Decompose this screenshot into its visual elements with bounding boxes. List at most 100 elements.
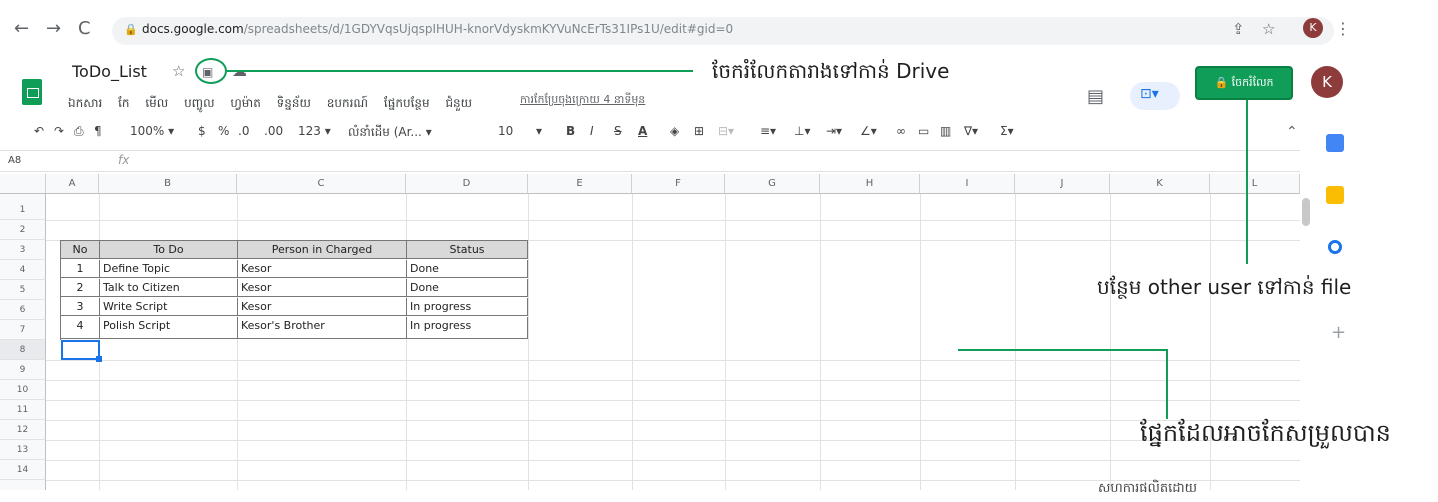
- column-header[interactable]: G: [725, 174, 820, 194]
- row-header[interactable]: 1: [0, 200, 46, 220]
- share-button[interactable]: 🔒 ចែករំលែក: [1195, 66, 1293, 100]
- print-icon[interactable]: ⎙: [74, 124, 84, 139]
- column-header[interactable]: E: [528, 174, 632, 194]
- font-family-select[interactable]: លំនាំដើម (Ar... ▾: [348, 124, 432, 142]
- table-header-cell[interactable]: Person in Charged: [238, 241, 407, 259]
- reload-icon[interactable]: C: [78, 18, 91, 39]
- insert-link-icon[interactable]: ∞: [896, 124, 906, 138]
- forward-arrow-icon[interactable]: →: [46, 18, 61, 39]
- table-cell[interactable]: In progress: [407, 317, 528, 339]
- table-cell[interactable]: 1: [61, 260, 100, 278]
- text-color-button[interactable]: A: [638, 124, 647, 138]
- text-wrap-icon[interactable]: ⇥▾: [826, 124, 842, 138]
- table-cell[interactable]: Done: [407, 279, 528, 297]
- row-header[interactable]: 2: [0, 220, 46, 240]
- address-bar[interactable]: 🔒 docs.google.com/spreadsheets/d/1GDYVqs…: [112, 17, 1334, 45]
- share-page-icon[interactable]: ⇪: [1232, 20, 1245, 38]
- table-cell[interactable]: Kesor: [238, 298, 407, 316]
- column-header[interactable]: C: [237, 174, 406, 194]
- column-header[interactable]: H: [820, 174, 920, 194]
- browser-menu-icon[interactable]: ⋮: [1335, 19, 1351, 38]
- last-edit-link[interactable]: ការកែប្រែចុងក្រោយ 4 នាទីមុន: [520, 93, 645, 109]
- column-header[interactable]: D: [406, 174, 528, 194]
- column-header[interactable]: K: [1110, 174, 1210, 194]
- add-ons-plus-icon[interactable]: +: [1331, 322, 1346, 343]
- increase-decimal-button[interactable]: .00: [264, 124, 283, 138]
- table-header-cell[interactable]: No: [61, 241, 100, 259]
- row-header[interactable]: 11: [0, 400, 46, 420]
- tasks-icon[interactable]: [1328, 240, 1342, 254]
- currency-format-button[interactable]: $: [198, 124, 206, 138]
- table-header-cell[interactable]: To Do: [100, 241, 238, 259]
- horizontal-align-icon[interactable]: ≡▾: [760, 124, 776, 138]
- insert-comment-icon[interactable]: ▭: [918, 124, 929, 138]
- menu-addons[interactable]: ផ្នែកបន្ថែម: [384, 96, 430, 110]
- row-header[interactable]: 6: [0, 300, 46, 320]
- row-header[interactable]: 8: [0, 340, 46, 360]
- filter-icon[interactable]: ∇▾: [964, 124, 978, 138]
- insert-chart-icon[interactable]: ▥: [940, 124, 951, 138]
- strikethrough-button[interactable]: S: [614, 124, 622, 138]
- font-size-select[interactable]: 10: [498, 124, 513, 138]
- document-title[interactable]: ToDo_List: [72, 62, 147, 81]
- row-header[interactable]: [0, 480, 46, 490]
- menu-tools[interactable]: ឧបករណ៍: [327, 96, 368, 110]
- table-cell[interactable]: Done: [407, 260, 528, 278]
- table-cell[interactable]: Kesor: [238, 260, 407, 278]
- collapse-toolbar-icon[interactable]: ⌃: [1286, 124, 1298, 140]
- name-box[interactable]: A8: [8, 155, 21, 166]
- paint-format-icon[interactable]: ¶: [94, 124, 102, 138]
- table-cell[interactable]: In progress: [407, 298, 528, 316]
- menu-data[interactable]: ទិន្នន័យ: [277, 96, 311, 110]
- menu-insert[interactable]: បញ្ចូល: [184, 96, 214, 110]
- row-header[interactable]: 10: [0, 380, 46, 400]
- table-cell[interactable]: Define Topic: [100, 260, 238, 278]
- italic-button[interactable]: I: [590, 124, 594, 138]
- functions-icon[interactable]: Σ▾: [1000, 124, 1014, 138]
- user-avatar[interactable]: K: [1311, 66, 1343, 98]
- menu-format[interactable]: ហ្វម៉ាត: [230, 96, 260, 110]
- browser-profile-avatar[interactable]: K: [1303, 18, 1323, 38]
- vertical-align-icon[interactable]: ⊥▾: [794, 124, 810, 138]
- table-cell[interactable]: 3: [61, 298, 100, 316]
- keep-icon[interactable]: [1326, 186, 1344, 204]
- menu-help[interactable]: ជំនួយ: [445, 96, 472, 110]
- table-cell[interactable]: Kesor: [238, 279, 407, 297]
- column-header[interactable]: J: [1015, 174, 1110, 194]
- row-header[interactable]: 5: [0, 280, 46, 300]
- back-arrow-icon[interactable]: ←: [14, 18, 29, 39]
- more-formats-select[interactable]: 123 ▾: [298, 124, 331, 138]
- sheets-logo-icon[interactable]: [22, 79, 42, 105]
- bookmark-star-icon[interactable]: ☆: [1262, 20, 1275, 38]
- row-header[interactable]: 7: [0, 320, 46, 340]
- redo-icon[interactable]: ↷: [54, 124, 64, 138]
- row-header[interactable]: 14: [0, 460, 46, 480]
- row-header[interactable]: 4: [0, 260, 46, 280]
- column-header[interactable]: I: [920, 174, 1015, 194]
- row-header[interactable]: 12: [0, 420, 46, 440]
- select-all-corner[interactable]: [0, 174, 46, 194]
- column-header[interactable]: B: [99, 174, 237, 194]
- calendar-icon[interactable]: [1326, 134, 1344, 152]
- table-cell[interactable]: 2: [61, 279, 100, 297]
- table-cell[interactable]: Write Script: [100, 298, 238, 316]
- table-header-cell[interactable]: Status: [407, 241, 528, 259]
- percent-format-button[interactable]: %: [218, 124, 229, 138]
- table-cell[interactable]: Talk to Citizen: [100, 279, 238, 297]
- fill-color-icon[interactable]: ◈: [670, 124, 679, 138]
- row-header[interactable]: 9: [0, 360, 46, 380]
- table-cell[interactable]: Polish Script: [100, 317, 238, 339]
- zoom-select[interactable]: 100% ▾: [130, 124, 174, 138]
- row-header[interactable]: 3: [0, 240, 46, 260]
- column-header[interactable]: L: [1210, 174, 1300, 194]
- row-header[interactable]: 13: [0, 440, 46, 460]
- column-header[interactable]: F: [632, 174, 725, 194]
- table-cell[interactable]: Kesor's Brother: [238, 317, 407, 339]
- vertical-scrollbar[interactable]: [1302, 198, 1310, 226]
- column-header[interactable]: A: [46, 174, 99, 194]
- undo-icon[interactable]: ↶: [34, 124, 44, 138]
- menu-file[interactable]: ឯកសារ: [68, 96, 102, 110]
- decrease-decimal-button[interactable]: .0: [238, 124, 249, 138]
- text-rotation-icon[interactable]: ∠▾: [860, 124, 877, 138]
- menu-view[interactable]: មើល: [145, 96, 168, 110]
